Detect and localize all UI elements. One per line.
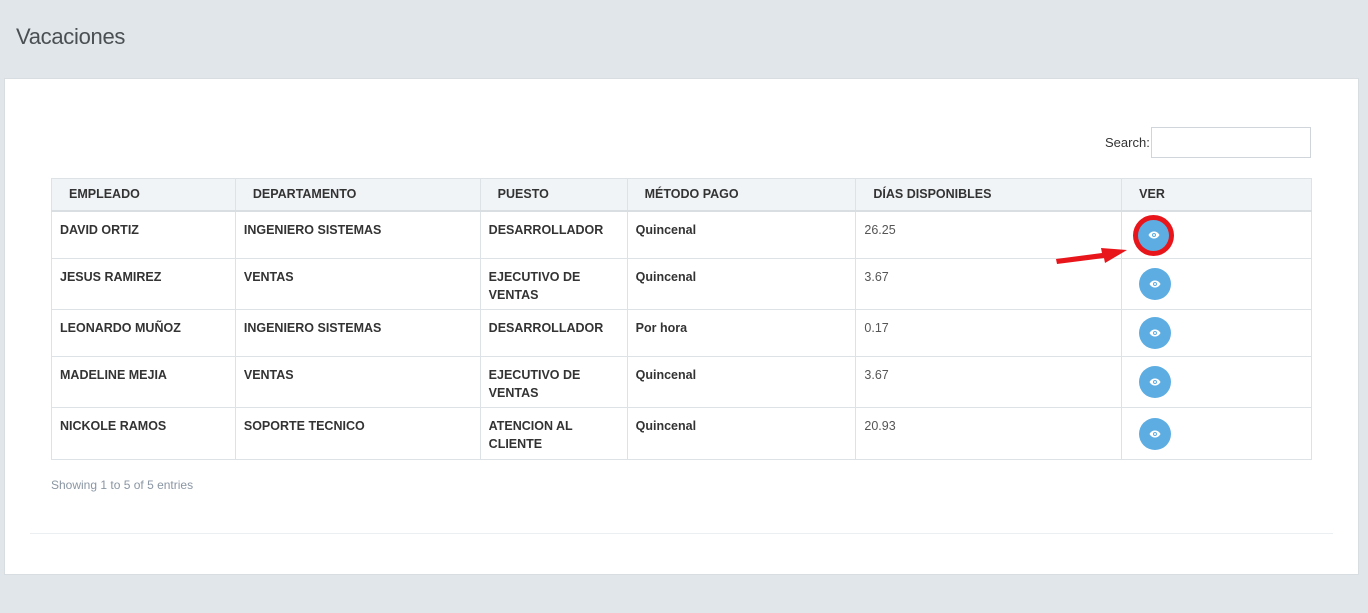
table-header-row: EMPLEADO DEPARTAMENTO PUESTO MÉTODO PAGO… — [51, 178, 1312, 212]
cell-puesto: DESARROLLADOR — [479, 210, 628, 259]
cell-empleado: JESUS RAMIREZ — [51, 258, 236, 310]
cell-ver — [1121, 309, 1312, 357]
search-label: Search: — [1105, 135, 1150, 150]
page-title: Vacaciones — [16, 24, 126, 49]
view-button[interactable] — [1139, 317, 1172, 349]
eye-icon — [1149, 329, 1161, 337]
cell-departamento: INGENIERO SISTEMAS — [234, 210, 481, 259]
cell-puesto: ATENCION AL CLIENTE — [479, 407, 628, 460]
table-row: NICKOLE RAMOS SOPORTE TECNICO ATENCION A… — [51, 407, 1312, 460]
column-header-metodo-pago[interactable]: MÉTODO PAGO — [626, 178, 857, 212]
search-input[interactable] — [1150, 127, 1311, 158]
eye-icon — [1149, 280, 1161, 288]
cell-empleado: NICKOLE RAMOS — [51, 407, 236, 460]
cell-metodo-pago: Quincenal — [626, 356, 857, 408]
cell-ver — [1121, 258, 1312, 310]
cell-dias-disponibles: 3.67 — [855, 356, 1123, 408]
cell-metodo-pago: Por hora — [626, 309, 857, 357]
cell-puesto: EJECUTIVO DE VENTAS — [479, 356, 628, 408]
vacations-table: EMPLEADO DEPARTAMENTO PUESTO MÉTODO PAGO… — [51, 178, 1312, 460]
cell-metodo-pago: Quincenal — [626, 258, 857, 310]
view-button[interactable] — [1139, 417, 1172, 450]
divider — [30, 533, 1333, 534]
column-header-empleado[interactable]: EMPLEADO — [51, 178, 236, 212]
cell-departamento: VENTAS — [234, 258, 481, 310]
column-header-dias-disponibles[interactable]: DÍAS DISPONIBLES — [855, 178, 1123, 212]
red-arrow-icon — [1056, 248, 1127, 264]
cell-metodo-pago: Quincenal — [626, 407, 857, 460]
cell-ver — [1121, 356, 1312, 408]
table-row: LEONARDO MUÑOZ INGENIERO SISTEMAS DESARR… — [51, 309, 1312, 357]
view-button[interactable] — [1139, 268, 1172, 300]
eye-icon — [1148, 231, 1160, 239]
cell-empleado: MADELINE MEJIA — [51, 356, 236, 408]
cell-metodo-pago: Quincenal — [626, 210, 857, 259]
view-button[interactable] — [1138, 219, 1170, 251]
eye-icon — [1149, 430, 1161, 437]
cell-puesto: DESARROLLADOR — [479, 309, 628, 357]
column-header-departamento[interactable]: DEPARTAMENTO — [234, 178, 481, 212]
column-header-puesto[interactable]: PUESTO — [479, 178, 628, 212]
eye-icon — [1149, 378, 1161, 386]
cell-departamento: INGENIERO SISTEMAS — [234, 309, 481, 357]
cell-departamento: SOPORTE TECNICO — [234, 407, 481, 460]
cell-dias-disponibles: 20.93 — [855, 407, 1123, 460]
cell-dias-disponibles: 0.17 — [855, 309, 1123, 357]
cell-empleado: LEONARDO MUÑOZ — [51, 309, 236, 357]
table-row: MADELINE MEJIA VENTAS EJECUTIVO DE VENTA… — [51, 356, 1312, 408]
table-info: Showing 1 to 5 of 5 entries — [51, 478, 194, 492]
cell-puesto: EJECUTIVO DE VENTAS — [479, 258, 628, 310]
cell-ver — [1121, 407, 1312, 460]
cell-departamento: VENTAS — [234, 356, 481, 408]
column-header-ver[interactable]: VER — [1121, 178, 1312, 212]
search-box: Search: — [1105, 127, 1311, 158]
view-button[interactable] — [1139, 366, 1172, 398]
cell-empleado: DAVID ORTIZ — [51, 210, 236, 259]
cell-ver — [1121, 210, 1312, 259]
